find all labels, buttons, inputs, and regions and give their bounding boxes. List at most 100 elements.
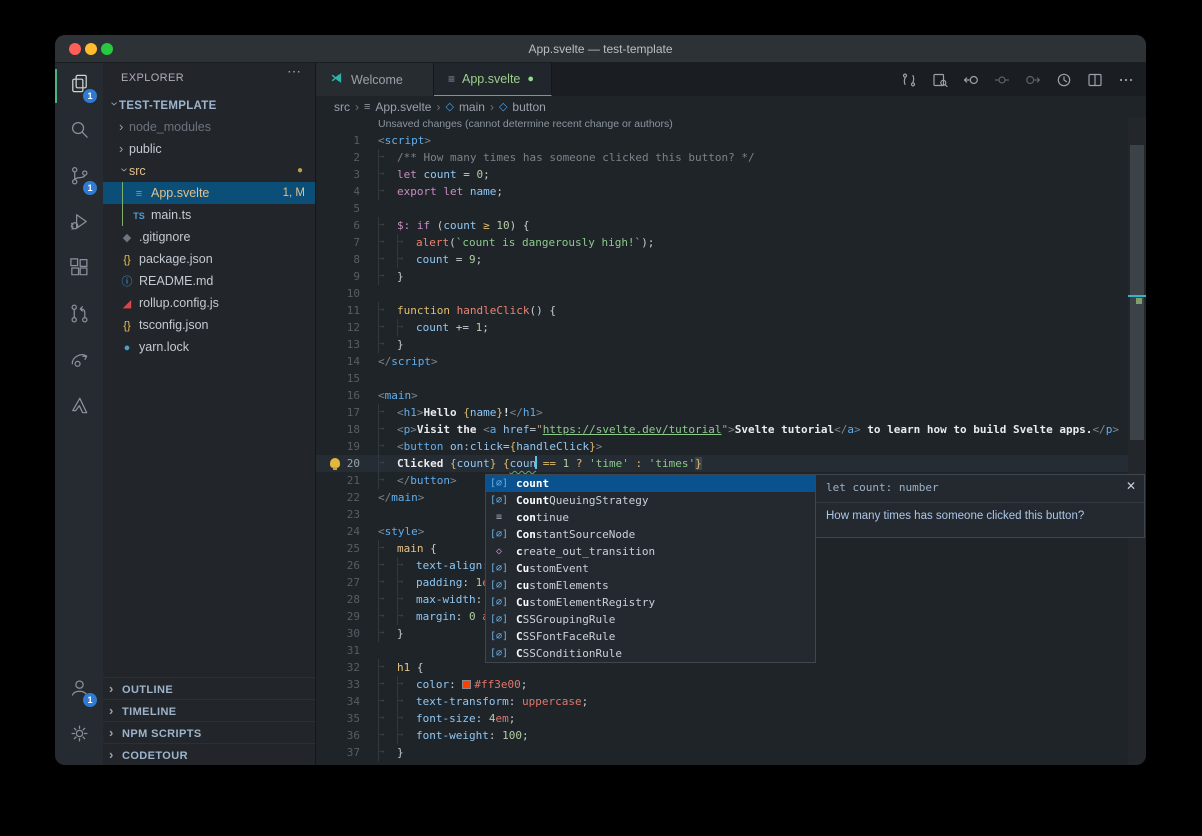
line-number: 15	[316, 370, 360, 387]
code-token: 9	[469, 253, 476, 266]
code-line-7[interactable]: 7→→alert(`count is dangerously high!`);	[316, 234, 1128, 251]
code-line-6[interactable]: 6→$: if (count ≥ 10) {	[316, 217, 1128, 234]
code-token: h1	[397, 661, 410, 674]
tab-welcome[interactable]: Welcome	[316, 63, 434, 96]
code-line-36[interactable]: 36→→font-weight: 100;	[316, 727, 1128, 744]
code-line-33[interactable]: 33→→color: #ff3e00;	[316, 676, 1128, 693]
suggest-item-cssgroupingrule[interactable]: [∅]CSSGroupingRule	[486, 611, 815, 628]
code-line-15[interactable]: 15	[316, 370, 1128, 387]
code-line-14[interactable]: 14</script>	[316, 353, 1128, 370]
code-token: {	[424, 542, 437, 555]
code-line-5[interactable]: 5	[316, 200, 1128, 217]
breadcrumb-item-app-svelte[interactable]: App.svelte	[375, 100, 431, 114]
suggest-item-customelementregistry[interactable]: [∅]CustomElementRegistry	[486, 594, 815, 611]
code-line-4[interactable]: 4→export let name;	[316, 183, 1128, 200]
next-change-icon[interactable]	[1021, 68, 1045, 92]
code-line-20[interactable]: 20→Clicked {count} {coun == 1 ? 'time' :…	[316, 455, 1128, 472]
tree-item-main-ts[interactable]: TSmain.ts	[103, 204, 315, 226]
tree-item-public[interactable]: ›public	[103, 138, 315, 160]
lightbulb-icon[interactable]	[330, 458, 340, 468]
activity-explorer[interactable]: 1	[55, 63, 103, 109]
code-token: {	[503, 457, 510, 470]
suggest-item-countqueuingstrategy[interactable]: [∅]CountQueuingStrategy	[486, 492, 815, 509]
code-token: <	[378, 525, 385, 538]
code-line-10[interactable]: 10	[316, 285, 1128, 302]
breadcrumb-item-src[interactable]: src	[334, 100, 350, 114]
code-line-34[interactable]: 34→→text-transform: uppercase;	[316, 693, 1128, 710]
tree-item-yarn-lock[interactable]: ●yarn.lock	[103, 336, 315, 358]
section-npm-scripts[interactable]: ›NPM SCRIPTS	[103, 721, 315, 743]
suggest-item-customevent[interactable]: [∅]CustomEvent	[486, 560, 815, 577]
title-bar[interactable]: App.svelte — test-template	[55, 35, 1146, 63]
code-line-12[interactable]: 12→→count += 1;	[316, 319, 1128, 336]
info-file-icon: ⓘ	[119, 271, 135, 293]
code-token: ==	[543, 457, 556, 470]
code-line-13[interactable]: 13→}	[316, 336, 1128, 353]
tree-item-src[interactable]: ›src●	[103, 160, 315, 182]
suggest-item-customelements[interactable]: [∅]customElements	[486, 577, 815, 594]
code-token: on:click	[450, 440, 503, 453]
compare-changes-icon[interactable]	[897, 68, 921, 92]
line-number: 23	[316, 506, 360, 523]
editor-scrollbar[interactable]	[1128, 117, 1146, 765]
activity-search[interactable]	[55, 109, 103, 155]
suggest-item-create_out_transition[interactable]: ◇ create_out_transition	[486, 543, 815, 560]
activity-github-pull-requests[interactable]	[55, 293, 103, 339]
section-timeline[interactable]: ›TIMELINE	[103, 699, 315, 721]
git-status-badge: 1, M	[283, 182, 305, 204]
suggest-item-count[interactable]: [∅]count	[486, 475, 815, 492]
tree-item-rollup-config-js[interactable]: ◢rollup.config.js	[103, 292, 315, 314]
suggest-item-cssconditionrule[interactable]: [∅]CSSConditionRule	[486, 645, 815, 662]
current-change-icon[interactable]	[990, 68, 1014, 92]
sidebar-more-actions[interactable]: ⋯	[287, 63, 301, 80]
code-line-9[interactable]: 9→}	[316, 268, 1128, 285]
activity-source-control[interactable]: 1	[55, 155, 103, 201]
code-line-8[interactable]: 8→→count = 9;	[316, 251, 1128, 268]
more-icon[interactable]	[1114, 68, 1138, 92]
breadcrumb-item-button[interactable]: button	[512, 100, 545, 114]
activity-live-share[interactable]	[55, 339, 103, 385]
code-line-16[interactable]: 16<main>	[316, 387, 1128, 404]
activity-run-debug[interactable]	[55, 201, 103, 247]
split-editor-icon[interactable]	[1083, 68, 1107, 92]
activity-accounts[interactable]: 1	[55, 667, 103, 713]
code-line-2[interactable]: 2→/** How many times has someone clicked…	[316, 149, 1128, 166]
code-editor[interactable]: Unsaved changes (cannot determine recent…	[316, 117, 1128, 765]
suggest-item-cssfontfacerule[interactable]: [∅]CSSFontFaceRule	[486, 628, 815, 645]
indent-guide: →	[378, 455, 397, 472]
history-icon[interactable]	[1052, 68, 1076, 92]
code-line-19[interactable]: 19→<button on:click={handleClick}>	[316, 438, 1128, 455]
scrollbar-thumb[interactable]	[1130, 145, 1144, 440]
code-line-18[interactable]: 18→<p>Visit the <a href="https://svelte.…	[316, 421, 1128, 438]
codelens-annotation[interactable]: Unsaved changes (cannot determine recent…	[316, 117, 1128, 132]
code-token: padding	[416, 576, 462, 589]
tree-item-app-svelte[interactable]: ≡App.svelte1, M	[103, 182, 315, 204]
line-number: 1	[316, 132, 360, 149]
code-line-37[interactable]: 37→}	[316, 744, 1128, 761]
code-line-35[interactable]: 35→→font-size: 4em;	[316, 710, 1128, 727]
label-text: QueuingStrategy	[549, 492, 648, 509]
previous-change-icon[interactable]	[959, 68, 983, 92]
tree-item-package-json[interactable]: {}package.json	[103, 248, 315, 270]
code-line-17[interactable]: 17→<h1>Hello {name}!</h1>	[316, 404, 1128, 421]
section-codetour[interactable]: ›CODETOUR	[103, 743, 315, 765]
suggest-item-constantsourcenode[interactable]: [∅]ConstantSourceNode	[486, 526, 815, 543]
activity-azure[interactable]	[55, 385, 103, 431]
code-line-3[interactable]: 3→let count = 0;	[316, 166, 1128, 183]
close-icon[interactable]: ✕	[1126, 479, 1136, 493]
open-preview-icon[interactable]	[928, 68, 952, 92]
breadcrumb-item-main[interactable]: main	[459, 100, 485, 114]
tree-item-test-template[interactable]: ›TEST-TEMPLATE	[103, 94, 315, 116]
activity-extensions[interactable]	[55, 247, 103, 293]
tree-item--gitignore[interactable]: ◆.gitignore	[103, 226, 315, 248]
code-token: ;	[582, 695, 589, 708]
activity-settings[interactable]	[55, 713, 103, 759]
code-line-1[interactable]: 1<script>	[316, 132, 1128, 149]
tree-item-readme-md[interactable]: ⓘREADME.md	[103, 270, 315, 292]
suggest-item-continue[interactable]: ≡ continue	[486, 509, 815, 526]
section-outline[interactable]: ›OUTLINE	[103, 677, 315, 699]
code-line-11[interactable]: 11→function handleClick() {	[316, 302, 1128, 319]
tree-item-node-modules[interactable]: ›node_modules	[103, 116, 315, 138]
tab-app-svelte[interactable]: ≡App.svelte●	[434, 63, 552, 96]
tree-item-tsconfig-json[interactable]: {}tsconfig.json	[103, 314, 315, 336]
